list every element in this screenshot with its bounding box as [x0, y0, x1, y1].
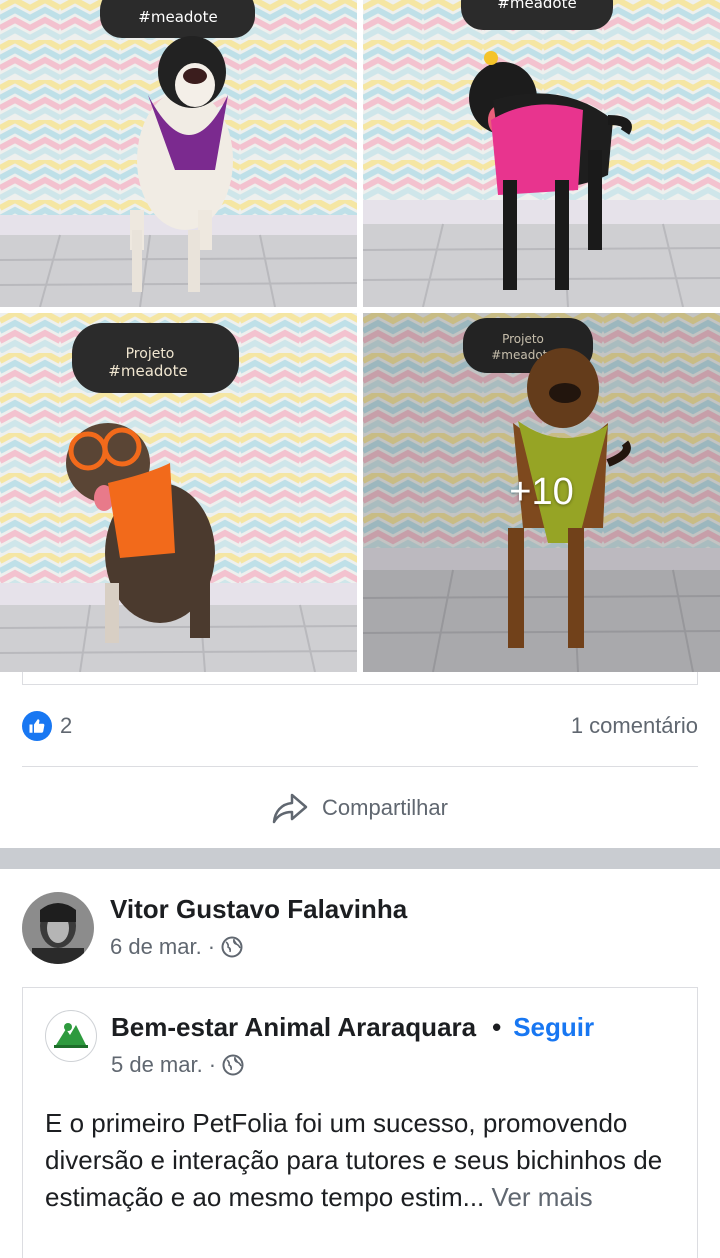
- see-more-link[interactable]: Ver mais: [492, 1182, 593, 1212]
- post-date[interactable]: 6 de mar.: [110, 934, 202, 960]
- photo-dog-yellow-bandana[interactable]: Projeto #meadote +10: [363, 313, 720, 672]
- shared-post-date[interactable]: 5 de mar.: [111, 1052, 203, 1078]
- svg-text:Projeto: Projeto: [126, 346, 175, 362]
- feed-separator: [0, 848, 720, 869]
- photo-dog-pink-harness[interactable]: #meadote: [363, 0, 720, 307]
- globe-icon: [221, 936, 243, 958]
- page-logo[interactable]: [45, 1010, 97, 1062]
- svg-text:#meadote: #meadote: [138, 8, 217, 26]
- post-meta: 6 de mar. ·: [110, 934, 243, 960]
- like-count[interactable]: 2: [60, 713, 72, 739]
- globe-icon: [222, 1054, 244, 1076]
- like-icon[interactable]: [22, 711, 52, 741]
- shared-post-meta: 5 de mar. ·: [111, 1052, 244, 1078]
- share-label: Compartilhar: [322, 795, 448, 820]
- photo-dog-orange-glasses[interactable]: Projeto #meadote: [0, 313, 357, 672]
- share-button[interactable]: Compartilhar: [0, 786, 720, 830]
- meta-separator: ·: [208, 1052, 217, 1077]
- meta-separator: ·: [207, 934, 216, 959]
- post-card-edge: [22, 672, 698, 685]
- reactions-bar: 2 1 comentário: [22, 706, 698, 746]
- author-avatar[interactable]: [22, 892, 94, 964]
- name-bullet: •: [492, 1012, 502, 1042]
- photo-dog-purple-bandana[interactable]: #meadote: [0, 0, 357, 307]
- action-divider: [22, 766, 698, 767]
- svg-text:#meadote: #meadote: [497, 0, 576, 12]
- shared-post-card[interactable]: Bem-estar Animal Araraquara • Seguir 5 d…: [22, 987, 698, 1258]
- more-photos-overlay[interactable]: +10: [363, 313, 720, 672]
- svg-text:#meadote: #meadote: [108, 362, 187, 380]
- shared-page-name[interactable]: Bem-estar Animal Araraquara: [111, 1012, 476, 1043]
- share-icon: [272, 793, 308, 824]
- comment-count[interactable]: 1 comentário: [571, 713, 698, 739]
- post-author-name[interactable]: Vitor Gustavo Falavinha: [110, 894, 407, 925]
- shared-post-text: E o primeiro PetFolia foi um sucesso, pr…: [45, 1105, 679, 1216]
- photo-grid: #meadote #meadote Projeto #meadote Proje…: [0, 0, 720, 672]
- more-photos-count: +10: [509, 471, 574, 513]
- follow-button[interactable]: Seguir: [513, 1012, 594, 1043]
- shared-page-header: Bem-estar Animal Araraquara • Seguir: [111, 1012, 594, 1043]
